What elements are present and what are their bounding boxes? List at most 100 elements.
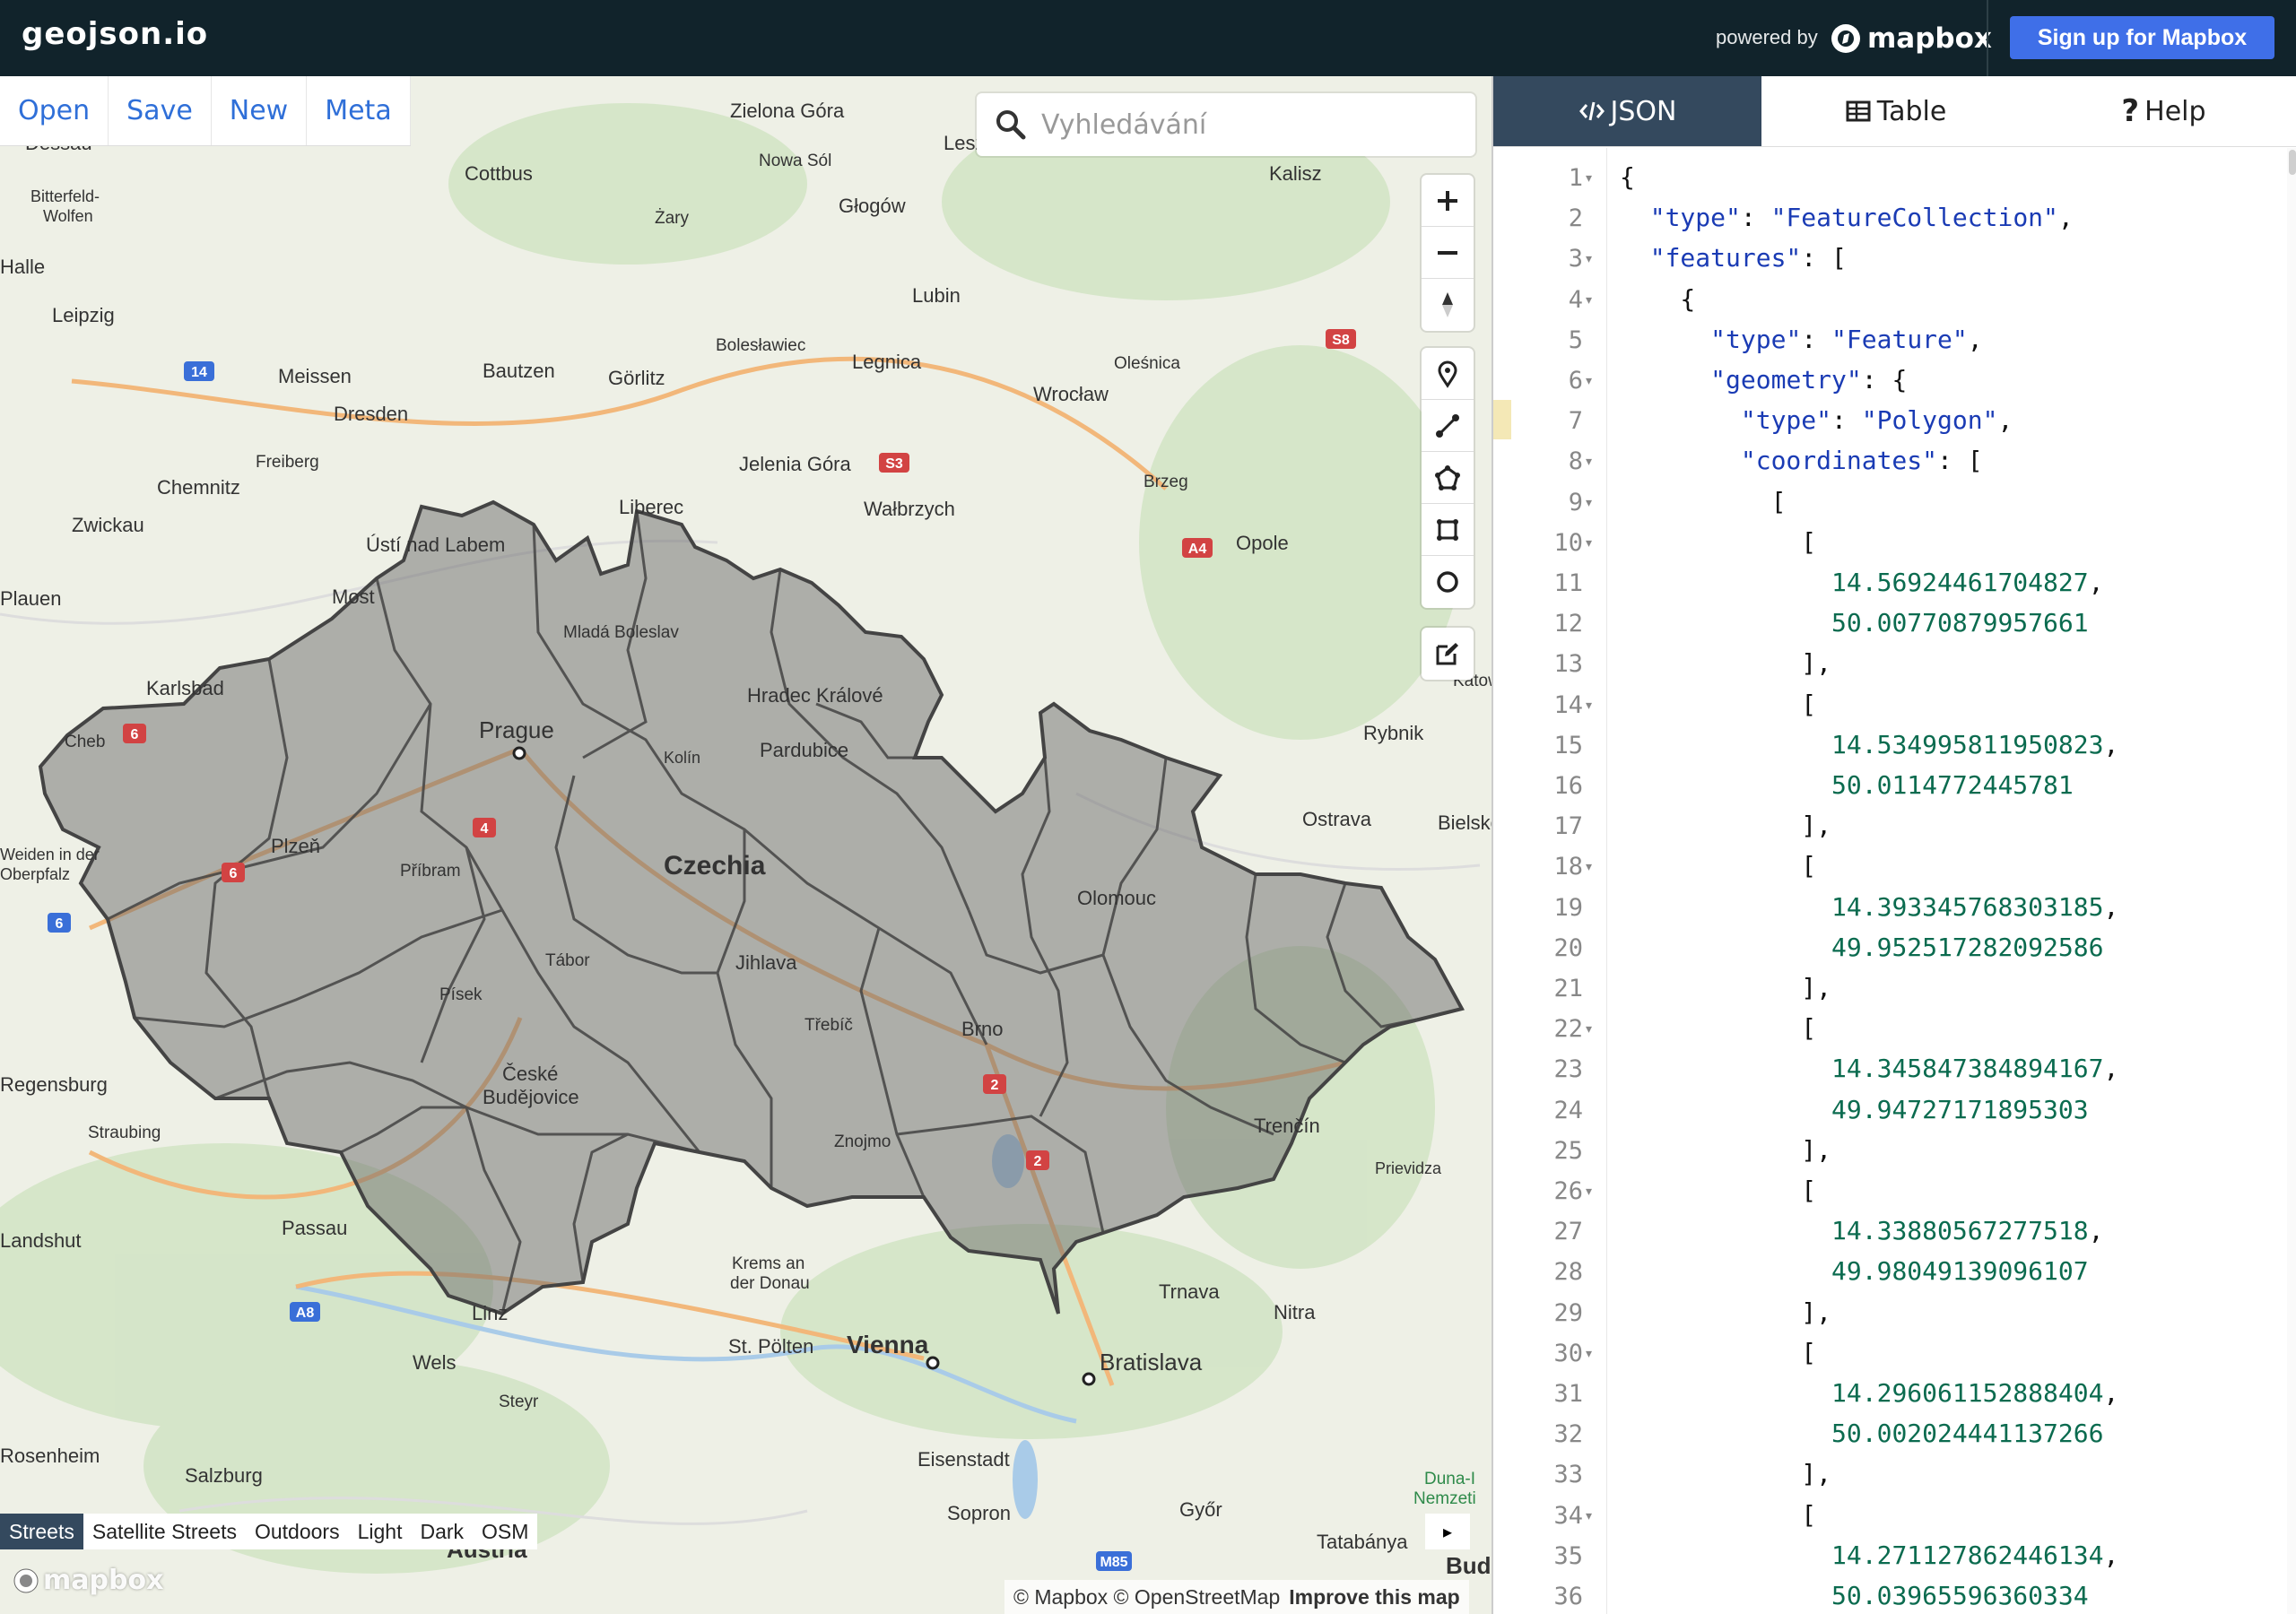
fold-arrow-icon[interactable]: ▾ — [1586, 374, 1592, 388]
fold-arrow-icon[interactable]: ▾ — [1586, 496, 1592, 510]
svg-text:Třebíč: Třebíč — [804, 1016, 853, 1035]
code-line[interactable]: [ — [1620, 527, 1816, 557]
code-line[interactable]: 14.534995811950823, — [1620, 730, 2118, 759]
tab-json[interactable]: JSON — [1493, 76, 1761, 146]
code-line[interactable]: 14.33880567277518, — [1620, 1216, 2103, 1245]
code-line[interactable]: "type": "FeatureCollection", — [1620, 203, 2074, 232]
json-editor[interactable]: 1 ▾ 2 3 ▾ 4 ▾ 5 6 ▾ 7 8 ▾ 9 ▾ 10 ▾ 11 12 13 14 ▾ 15 16 17 18 ▾ 19 20… — [1493, 148, 2296, 1614]
attribution-text[interactable]: © Mapbox © OpenStreetMap — [1013, 1585, 1280, 1610]
edit-features-button[interactable] — [1422, 628, 1474, 680]
code-line[interactable]: [ — [1620, 1338, 1816, 1367]
code-line[interactable]: ], — [1620, 973, 1831, 1002]
draw-polygon-button[interactable] — [1422, 452, 1474, 504]
code-line[interactable]: "features": [ — [1620, 243, 1847, 273]
code-line[interactable]: "geometry": { — [1620, 365, 1907, 395]
code-line[interactable]: { — [1620, 162, 1635, 192]
svg-text:M85: M85 — [1100, 1555, 1127, 1570]
fold-arrow-icon[interactable]: ▾ — [1586, 293, 1592, 308]
svg-text:Halle: Halle — [0, 256, 45, 278]
search-input[interactable] — [1041, 108, 1454, 141]
code-line[interactable]: ], — [1620, 1135, 1831, 1165]
compass-button[interactable] — [1422, 279, 1474, 331]
edit-icon — [1436, 643, 1458, 665]
fold-arrow-icon[interactable]: ▾ — [1586, 1184, 1592, 1199]
code-line[interactable]: 14.271127862446134, — [1620, 1540, 2118, 1570]
code-line[interactable]: 50.0114772445781 — [1620, 770, 2074, 800]
svg-text:Vienna: Vienna — [847, 1331, 929, 1358]
draw-circle-button[interactable] — [1422, 556, 1474, 608]
mapbox-logo-text: mapbox — [1867, 22, 1992, 55]
draw-marker-button[interactable] — [1422, 348, 1474, 400]
code-line[interactable]: [ — [1620, 487, 1787, 516]
map-canvas[interactable]: 14 S8 S3 A4 6 4 6 6 2 2 A8 M85 Zielona G… — [0, 76, 1492, 1614]
editor-scrollbar[interactable] — [2287, 148, 2296, 1614]
fold-arrow-icon[interactable]: ▾ — [1586, 860, 1592, 874]
polygon-icon — [1435, 464, 1460, 490]
signup-button[interactable]: Sign up for Mapbox — [2010, 16, 2274, 59]
zoom-in-button[interactable] — [1422, 175, 1474, 227]
code-line[interactable]: { — [1620, 284, 1695, 314]
fold-arrow-icon[interactable]: ▾ — [1586, 1022, 1592, 1037]
improve-map-link[interactable]: Improve this map — [1289, 1585, 1459, 1610]
svg-text:Passau: Passau — [282, 1217, 347, 1239]
draw-controls — [1422, 348, 1474, 608]
fold-arrow-icon[interactable]: ▾ — [1586, 1509, 1592, 1523]
new-menu-item[interactable]: New — [212, 76, 308, 145]
style-streets[interactable]: Streets — [0, 1514, 83, 1549]
style-osm[interactable]: OSM — [473, 1514, 537, 1549]
code-line[interactable]: 49.98049139096107 — [1620, 1256, 2089, 1286]
svg-text:Oleśnica: Oleśnica — [1114, 354, 1180, 373]
code-line[interactable]: 14.56924461704827, — [1620, 568, 2103, 597]
edit-controls — [1422, 628, 1474, 680]
code-line[interactable]: 14.393345768303185, — [1620, 892, 2118, 922]
svg-text:Plzeň: Plzeň — [271, 835, 320, 857]
code-line[interactable]: [ — [1620, 1176, 1816, 1205]
svg-text:6: 6 — [131, 727, 139, 742]
code-line[interactable]: ], — [1620, 1297, 1831, 1327]
code-line[interactable]: ], — [1620, 811, 1831, 840]
style-satellite-streets[interactable]: Satellite Streets — [83, 1514, 246, 1549]
code-line[interactable]: ], — [1620, 1459, 1831, 1488]
draw-rectangle-button[interactable] — [1422, 504, 1474, 556]
code-line[interactable]: [ — [1620, 851, 1816, 881]
mapbox-wordmark[interactable]: mapbox — [13, 1565, 163, 1596]
fold-arrow-icon[interactable]: ▾ — [1586, 171, 1592, 186]
style-light[interactable]: Light — [349, 1514, 412, 1549]
save-menu-item[interactable]: Save — [109, 76, 212, 145]
code-line[interactable]: 50.03965596360334 — [1620, 1581, 2089, 1610]
open-menu-item[interactable]: Open — [0, 76, 109, 145]
code-line[interactable]: "type": "Polygon", — [1620, 405, 2013, 435]
code-line[interactable]: "type": "Feature", — [1620, 325, 1982, 354]
svg-text:Zielona Góra: Zielona Góra — [730, 100, 845, 122]
fold-arrow-icon[interactable]: ▾ — [1586, 252, 1592, 266]
tab-table[interactable]: Table — [1761, 76, 2030, 146]
code-line[interactable]: [ — [1620, 1013, 1816, 1043]
meta-menu-item[interactable]: Meta — [307, 76, 411, 145]
fold-arrow-icon[interactable]: ▾ — [1586, 536, 1592, 551]
code-line[interactable]: [ — [1620, 690, 1816, 719]
mapbox-logo[interactable]: mapbox — [1830, 22, 1992, 56]
plus-icon — [1438, 190, 1457, 211]
fold-arrow-icon[interactable]: ▾ — [1586, 455, 1592, 469]
fold-arrow-icon[interactable]: ▾ — [1586, 699, 1592, 713]
collapse-panel-button[interactable]: ▸ — [1425, 1514, 1470, 1549]
style-dark[interactable]: Dark — [411, 1514, 473, 1549]
draw-line-button[interactable] — [1422, 400, 1474, 452]
code-area[interactable]: { "type": "FeatureCollection", "features… — [1607, 148, 2280, 1614]
code-line[interactable]: 14.296061152888404, — [1620, 1378, 2118, 1408]
map-tiles[interactable]: 14 S8 S3 A4 6 4 6 6 2 2 A8 M85 Zielona G… — [0, 76, 1492, 1614]
code-line[interactable]: 49.952517282092586 — [1620, 933, 2103, 962]
zoom-out-button[interactable] — [1422, 227, 1474, 279]
code-line[interactable]: [ — [1620, 1500, 1816, 1530]
code-line[interactable]: "coordinates": [ — [1620, 446, 1983, 475]
scrollbar-thumb[interactable] — [2289, 150, 2296, 175]
fold-arrow-icon[interactable]: ▾ — [1586, 1347, 1592, 1361]
code-line[interactable]: 49.94727171895303 — [1620, 1095, 2089, 1124]
code-line[interactable]: 50.002024441137266 — [1620, 1419, 2103, 1448]
code-line[interactable]: ], — [1620, 648, 1831, 678]
tab-help[interactable]: ? Help — [2030, 76, 2296, 146]
code-line[interactable]: 50.00770879957661 — [1620, 608, 2089, 638]
app-brand[interactable]: geojson.io — [22, 16, 208, 52]
code-line[interactable]: 14.345847384894167, — [1620, 1054, 2118, 1083]
style-outdoors[interactable]: Outdoors — [246, 1514, 349, 1549]
